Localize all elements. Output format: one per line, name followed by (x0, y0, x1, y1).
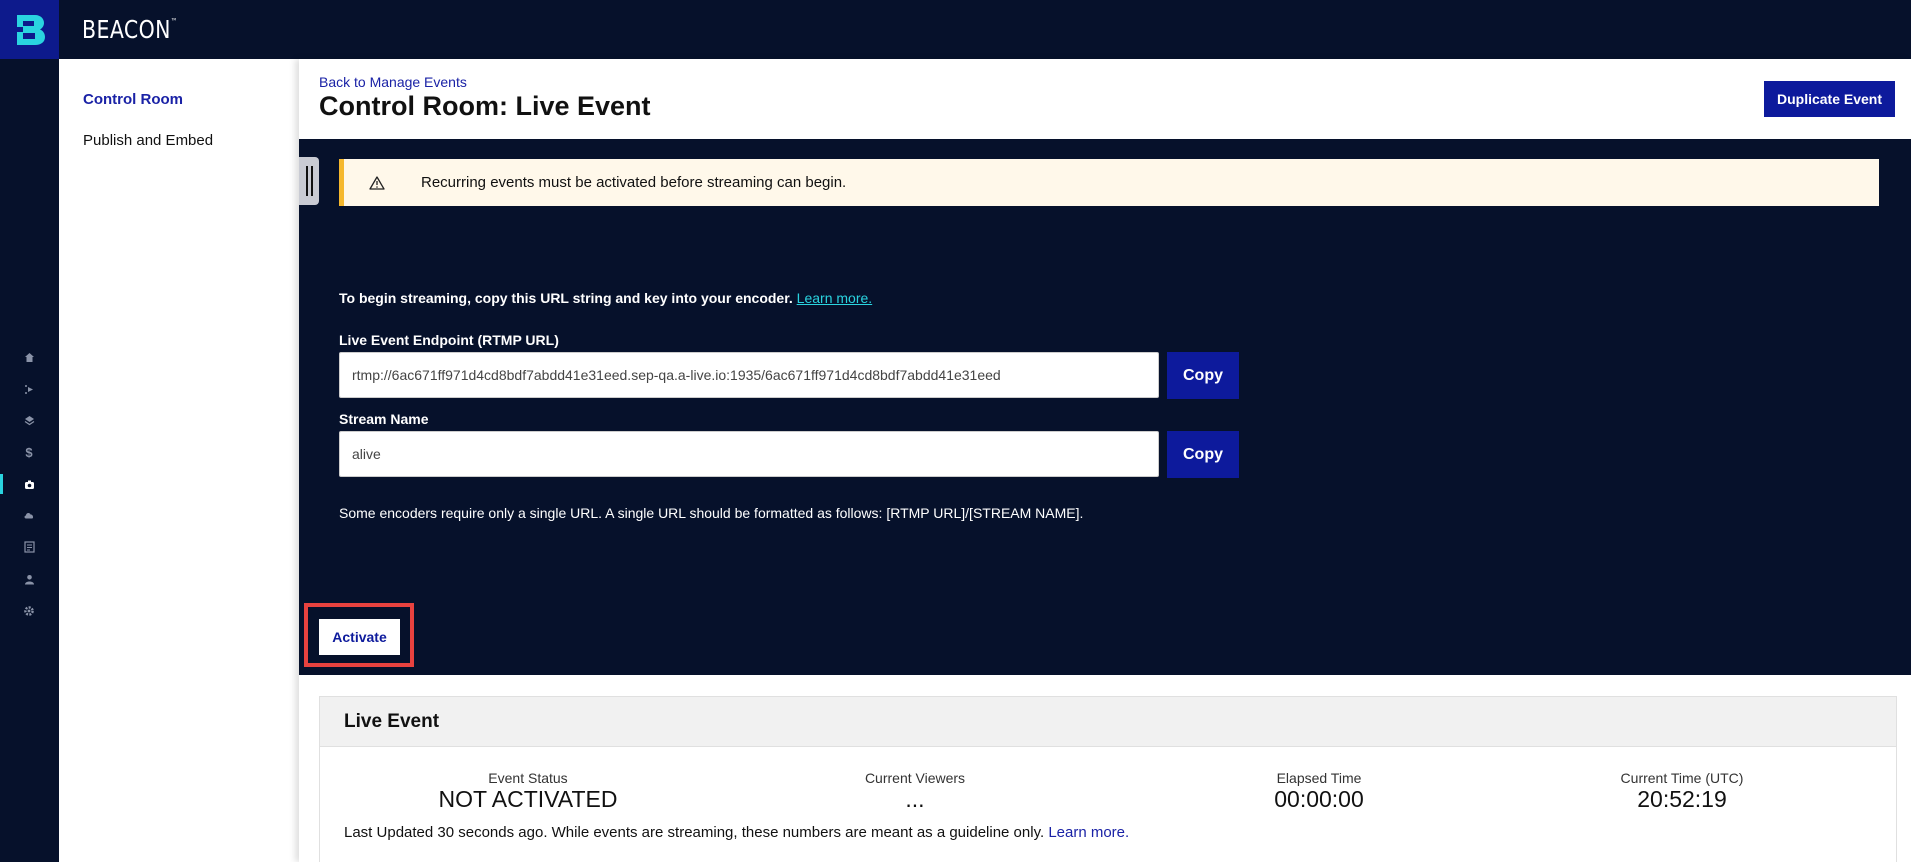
stream-name-field[interactable]: alive (339, 431, 1159, 477)
last-updated-note: Last Updated 30 seconds ago. While event… (344, 824, 1130, 841)
left-icon-rail: $ (0, 59, 59, 862)
play-icon[interactable] (20, 380, 38, 398)
learn-more-link[interactable]: Learn more. (1048, 824, 1129, 841)
stat-label: Current Viewers (864, 770, 966, 786)
endpoint-field[interactable]: rtmp://6ac671ff971d4cd8bdf7abdd41e31eed.… (339, 352, 1159, 398)
learn-more-link[interactable]: Learn more. (797, 290, 872, 306)
dollar-icon[interactable]: $ (20, 443, 38, 461)
page-title: Control Room: Live Event (319, 91, 651, 121)
elapsed-time-stat: Elapsed Time 00:00:00 (1219, 770, 1419, 812)
subnav-item-publish-and-embed[interactable]: Publish and Embed (83, 132, 213, 149)
home-icon[interactable] (20, 348, 38, 366)
warning-icon (369, 175, 389, 190)
copy-endpoint-button[interactable]: Copy (1167, 352, 1239, 399)
sub-navigation: Control Room Publish and Embed (59, 59, 299, 862)
layers-icon[interactable] (20, 411, 38, 429)
stream-name-label: Stream Name (339, 411, 429, 427)
live-event-title: Live Event (320, 697, 1896, 747)
endpoint-label: Live Event Endpoint (RTMP URL) (339, 332, 559, 348)
stat-label: Elapsed Time (1276, 770, 1362, 786)
back-to-manage-events-link[interactable]: Back to Manage Events (319, 74, 467, 90)
stat-label: Current Time (UTC) (1620, 770, 1744, 786)
stat-value: ... (905, 786, 925, 812)
drag-handle[interactable] (299, 157, 319, 205)
streaming-panel: Recurring events must be activated befor… (299, 139, 1911, 675)
report-icon[interactable] (20, 538, 38, 556)
user-icon[interactable] (20, 570, 38, 588)
gear-icon[interactable] (20, 602, 38, 620)
beacon-logo[interactable] (0, 0, 59, 59)
cloud-icon[interactable] (20, 506, 38, 524)
page-header: Back to Manage Events Control Room: Live… (299, 59, 1911, 139)
stat-value: 20:52:19 (1637, 786, 1727, 812)
duplicate-event-button[interactable]: Duplicate Event (1764, 81, 1895, 117)
stat-value: 00:00:00 (1274, 786, 1364, 812)
current-viewers-stat: Current Viewers ... (815, 770, 1015, 812)
activation-alert: Recurring events must be activated befor… (339, 159, 1879, 206)
streaming-instructions: To begin streaming, copy this URL string… (339, 290, 873, 306)
active-indicator (0, 474, 3, 494)
activate-button[interactable]: Activate (319, 619, 400, 655)
logo-mark-icon (16, 14, 45, 45)
current-time-stat: Current Time (UTC) 20:52:19 (1582, 770, 1782, 812)
camera-icon[interactable] (20, 475, 38, 493)
main-content: Back to Manage Events Control Room: Live… (299, 59, 1911, 862)
brand-name: BEACON™ (82, 15, 178, 44)
copy-stream-name-button[interactable]: Copy (1167, 431, 1239, 478)
live-event-card: Live Event Event Status NOT ACTIVATED Cu… (319, 696, 1897, 862)
encoder-note: Some encoders require only a single URL.… (339, 505, 1084, 521)
stat-value: NOT ACTIVATED (438, 786, 618, 812)
top-bar: BEACON™ (0, 0, 1911, 59)
event-status-stat: Event Status NOT ACTIVATED (428, 770, 628, 812)
subnav-item-control-room[interactable]: Control Room (83, 91, 183, 108)
alert-message: Recurring events must be activated befor… (421, 174, 847, 191)
stat-label: Event Status (488, 770, 568, 786)
